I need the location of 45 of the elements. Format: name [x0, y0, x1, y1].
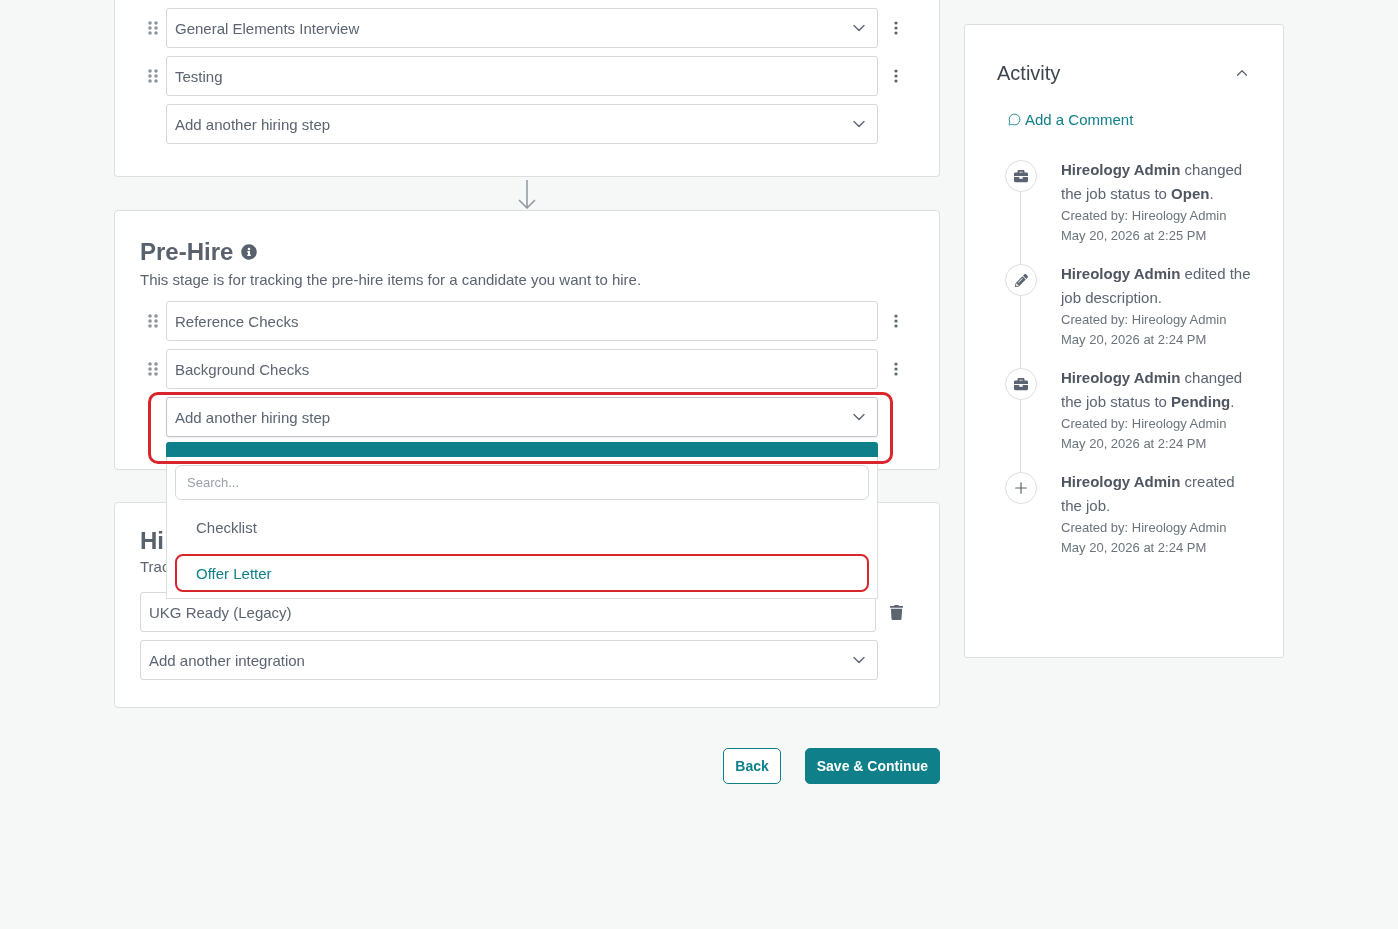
- more-options-icon[interactable]: [894, 21, 898, 35]
- more-options-icon[interactable]: [894, 69, 898, 83]
- activity-author: Created by: Hireology Admin: [1061, 207, 1228, 225]
- activity-text: Hireology Admin changed the job status to Open.: [1061, 160, 1244, 204]
- stage-title: Pre-Hire: [140, 237, 234, 267]
- info-icon[interactable]: [241, 244, 258, 260]
- briefcase-icon: [1014, 169, 1028, 183]
- stage-description: This stage is for tracking the pre-hire items for a candidate you want to hire.: [140, 271, 642, 289]
- back-button[interactable]: Back: [723, 748, 781, 784]
- activity-text: Hireology Admin changed the job status to Pending.: [1061, 368, 1244, 412]
- activity-author: Created by: Hireology Admin: [1061, 519, 1228, 537]
- more-options-icon[interactable]: [894, 362, 898, 376]
- comment-icon: [1008, 113, 1021, 126]
- activity-timestamp: May 20, 2026 at 2:25 PM: [1061, 227, 1208, 245]
- step-select[interactable]: General Elements Interview: [166, 8, 878, 48]
- add-integration-select[interactable]: Add another integration: [140, 640, 878, 680]
- down-arrow-icon: [517, 178, 537, 209]
- dropdown-option[interactable]: Offer Letter: [175, 554, 869, 592]
- activity-text: Hireology Admin edited the job description.: [1061, 264, 1251, 308]
- add-comment-link[interactable]: Add a Comment: [1008, 111, 1134, 128]
- drag-handle-icon[interactable]: [148, 69, 158, 83]
- add-step-select[interactable]: Add another hiring step: [166, 104, 878, 144]
- activity-timestamp: May 20, 2026 at 2:24 PM: [1061, 331, 1208, 349]
- panel-title: Activity: [997, 61, 1061, 86]
- more-options-icon[interactable]: [894, 314, 898, 328]
- activity-author: Created by: Hireology Admin: [1061, 415, 1228, 433]
- stage-title: Hi: [140, 526, 164, 556]
- plus-icon: [1012, 479, 1030, 497]
- activity-author: Created by: Hireology Admin: [1061, 311, 1228, 329]
- trash-icon[interactable]: [888, 604, 904, 620]
- drag-handle-icon[interactable]: [148, 21, 158, 35]
- search-field[interactable]: Search...: [175, 465, 869, 500]
- step-field[interactable]: Background Checks: [166, 349, 878, 389]
- activity-timestamp: May 20, 2026 at 2:24 PM: [1061, 435, 1208, 453]
- save-button[interactable]: Save & Continue: [804, 748, 940, 784]
- dropdown-option[interactable]: Checklist: [175, 508, 869, 546]
- add-step-select[interactable]: Add another hiring step: [166, 397, 878, 437]
- step-field[interactable]: Reference Checks: [166, 301, 878, 341]
- step-field[interactable]: Testing: [166, 56, 878, 96]
- drag-handle-icon[interactable]: [148, 362, 158, 376]
- briefcase-icon: [1014, 377, 1028, 391]
- drag-handle-icon[interactable]: [148, 314, 158, 328]
- activity-text: Hireology Admin created the job.: [1061, 472, 1236, 516]
- activity-timestamp: May 20, 2026 at 2:24 PM: [1061, 539, 1208, 557]
- pencil-icon: [1014, 273, 1028, 287]
